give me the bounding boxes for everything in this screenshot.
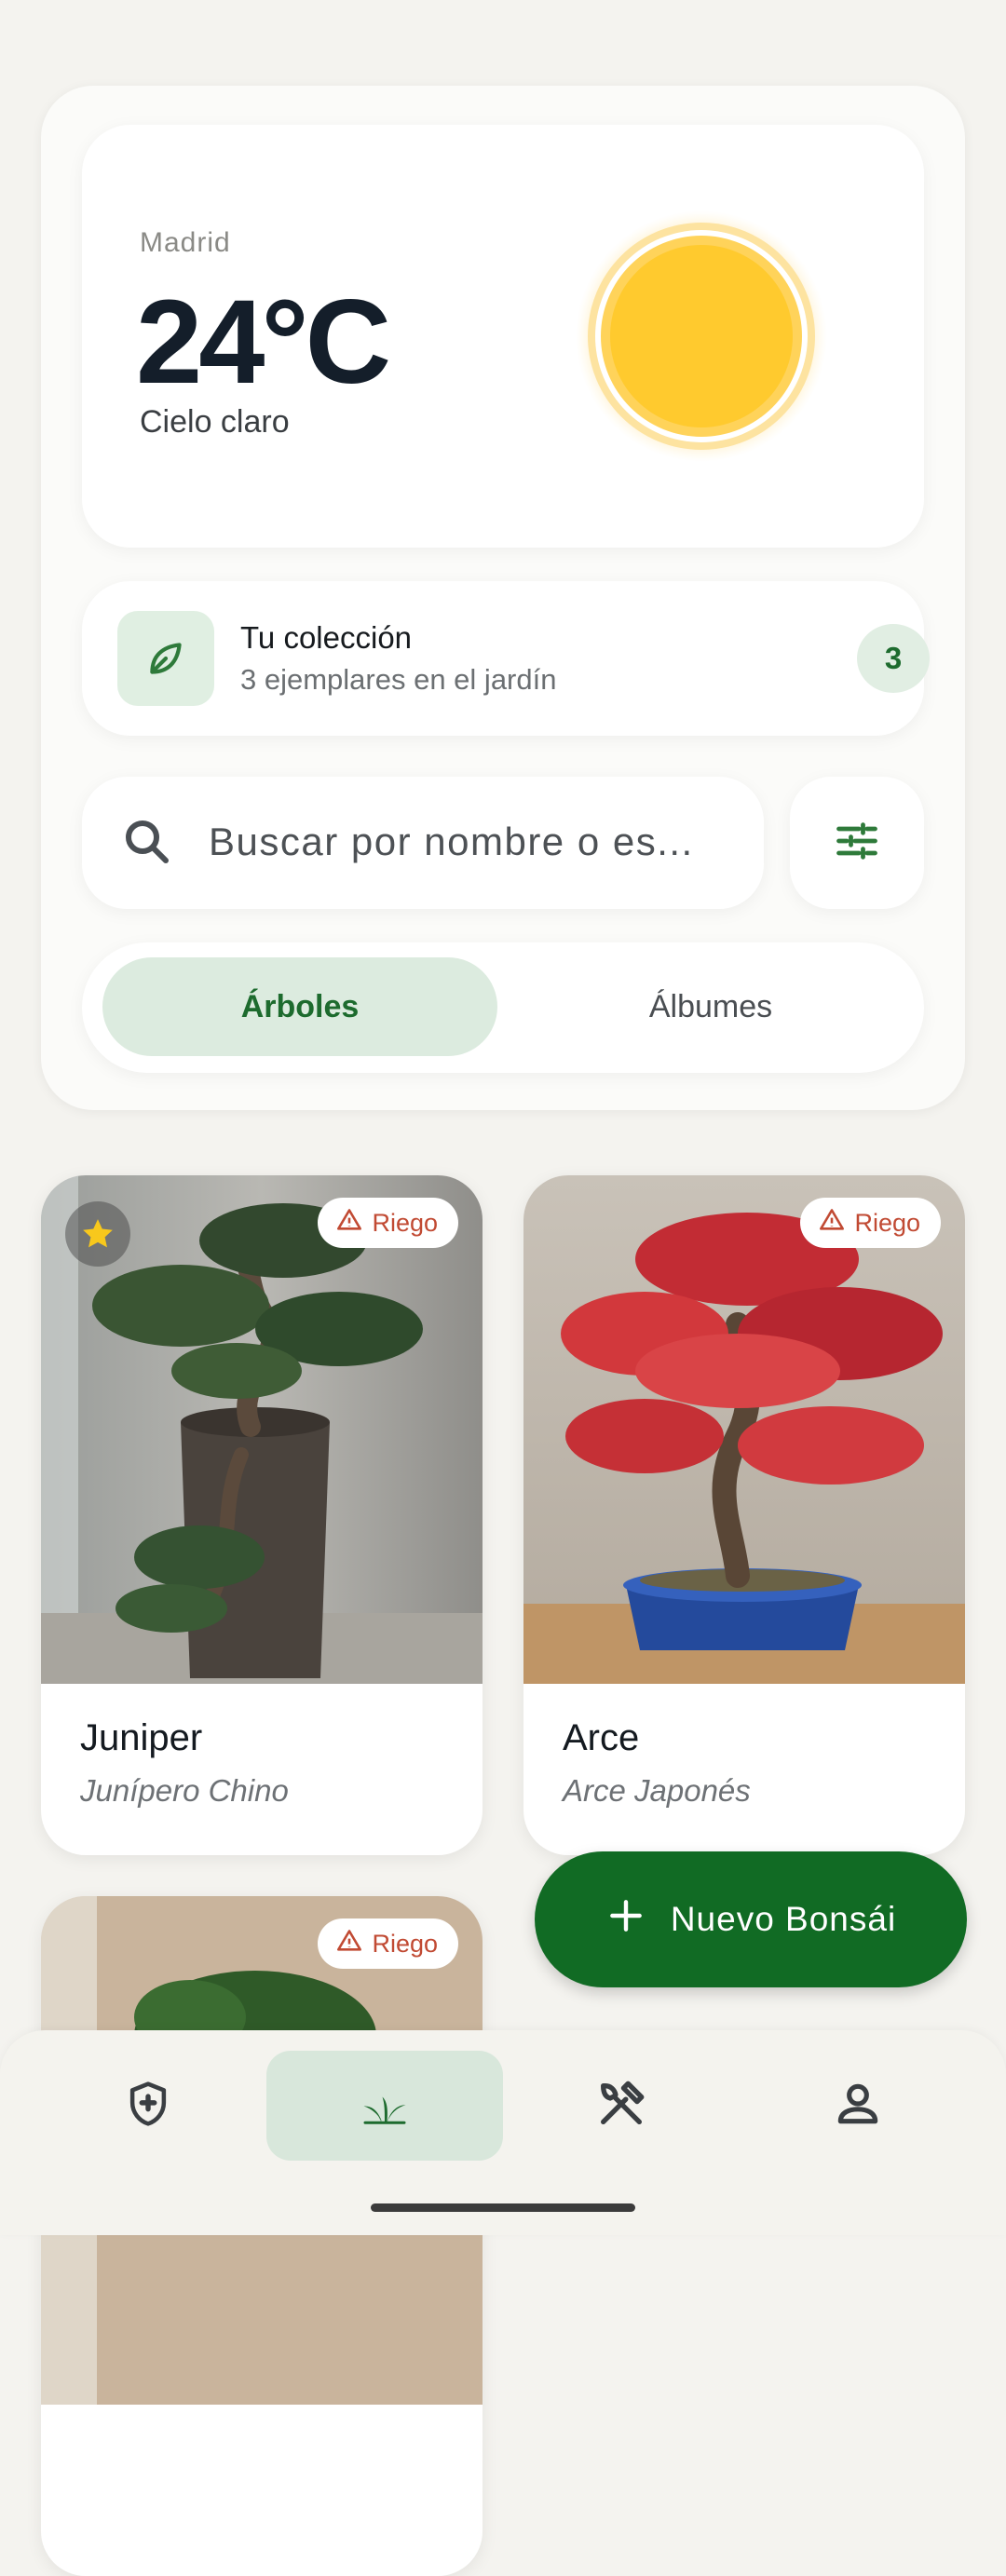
watering-alert-badge: Riego [318,1918,458,1969]
warning-icon [336,1928,362,1960]
tools-icon [594,2077,648,2135]
tab-albumes[interactable]: Álbumes [520,957,902,1056]
watering-alert-badge: Riego [800,1198,941,1248]
tune-icon [833,817,881,870]
tree-name: Arce [563,1717,640,1758]
collection-title: Tu colección [240,620,413,655]
leaf-icon [117,611,214,706]
tree-card-juniper[interactable]: Riego Juniper Junípero Chino [41,1175,483,1855]
warning-icon [336,1207,362,1240]
health-shield-icon [123,2079,173,2134]
tab-bar: Árboles Álbumes [82,942,924,1073]
sun-icon [576,210,827,462]
search-input[interactable]: Buscar por nombre o es... [82,777,764,909]
watering-alert-badge: Riego [318,1198,458,1248]
nav-health[interactable] [30,2051,266,2161]
home-indicator[interactable] [371,2203,635,2212]
favorite-star-icon[interactable] [65,1201,130,1267]
weather-city: Madrid [140,227,231,258]
alert-label: Riego [372,1929,438,1958]
collection-card[interactable]: Tu colección 3 ejemplares en el jardín 3 [82,581,930,736]
tree-name: Juniper [80,1717,203,1758]
tree-species: Arce Japonés [563,1773,751,1808]
plus-icon [605,1895,646,1945]
new-bonsai-button[interactable]: Nuevo Bonsái [535,1851,967,1987]
alert-label: Riego [854,1208,920,1237]
collection-count-badge: 3 [857,624,930,693]
tree-card-third[interactable]: Riego [41,1896,483,2576]
weather-condition: Cielo claro [140,404,290,440]
profile-icon [832,2078,884,2135]
collection-subtitle: 3 ejemplares en el jardín [240,663,557,696]
weather-temperature: 24°C [136,276,391,409]
bonsai-icon [357,2076,413,2136]
weather-card: Madrid 24°C Cielo claro [82,125,924,548]
tab-arboles[interactable]: Árboles [102,957,497,1056]
nav-tools[interactable] [503,2051,740,2161]
search-placeholder: Buscar por nombre o es... [209,820,694,863]
filter-button[interactable] [790,777,924,909]
fab-label: Nuevo Bonsái [670,1900,897,1938]
nav-bonsai[interactable] [266,2051,503,2161]
warning-icon [819,1207,845,1240]
arce-photo [523,1175,965,1684]
tree-species: Junípero Chino [80,1773,289,1808]
nav-profile[interactable] [740,2051,976,2161]
alert-label: Riego [372,1208,438,1237]
search-icon [119,814,175,870]
tree-card-arce[interactable]: Riego Arce Arce Japonés [523,1175,965,1855]
header-panel: Madrid 24°C Cielo claro Tu colección 3 e… [41,86,965,1110]
